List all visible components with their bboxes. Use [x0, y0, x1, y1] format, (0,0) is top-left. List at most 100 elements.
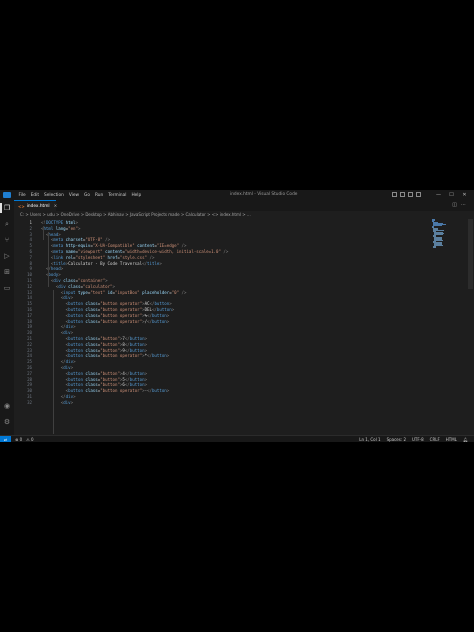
- code-token: "IE=edge": [156, 243, 180, 249]
- code-token: class: [82, 353, 98, 359]
- code-token: button: [151, 353, 167, 359]
- customize-layout-icon[interactable]: [416, 192, 421, 197]
- code-editor[interactable]: 1<!DOCTYPE html>2<html lang="en">3 <head…: [14, 219, 434, 434]
- code-token: >: [169, 301, 172, 307]
- menu-help[interactable]: Help: [129, 193, 144, 198]
- cursor-position[interactable]: Ln 1, Col 1: [359, 437, 380, 442]
- code-token: class: [60, 278, 76, 283]
- close-tab-icon[interactable]: ×: [54, 204, 58, 209]
- code-text: <div>: [41, 400, 73, 406]
- problems-warnings[interactable]: ⚠ 0: [26, 437, 33, 442]
- code-token: >: [144, 382, 148, 388]
- code-token: />: [220, 249, 229, 254]
- more-actions-icon[interactable]: ⋯: [461, 202, 466, 208]
- editor-tabs: <> index.html × ◫ ⋯: [14, 200, 474, 211]
- minimap-line: [433, 246, 436, 248]
- code-token: class: [82, 301, 98, 307]
- editor-scrollbar[interactable]: [468, 219, 473, 289]
- code-token: "button operator": [100, 307, 143, 312]
- code-token: placeholder: [139, 289, 170, 295]
- extensions-icon[interactable]: ⊞: [3, 268, 11, 276]
- code-token: "button": [100, 370, 120, 376]
- split-editor-icon[interactable]: ◫: [452, 202, 457, 208]
- code-token: button: [68, 318, 83, 324]
- code-token: >: [166, 312, 170, 318]
- vscode-logo-icon: [3, 192, 11, 198]
- code-token: >: [70, 295, 74, 301]
- menu-view[interactable]: View: [66, 193, 81, 198]
- code-token: class: [82, 376, 98, 382]
- code-token: meta: [53, 243, 64, 249]
- encoding[interactable]: UTF-8: [412, 437, 424, 442]
- code-token: button: [151, 388, 167, 394]
- language-mode[interactable]: HTML: [446, 437, 457, 442]
- remote-indicator-icon[interactable]: ⇌: [0, 436, 11, 442]
- account-icon[interactable]: ◉: [3, 402, 11, 410]
- layout-controls: [392, 192, 421, 197]
- code-token: html: [63, 220, 76, 225]
- code-line[interactable]: 32 <div>: [14, 400, 434, 406]
- menu-go[interactable]: Go: [82, 193, 93, 198]
- code-token: >: [58, 231, 61, 237]
- menu-edit[interactable]: Edit: [28, 193, 41, 198]
- code-token: button: [68, 341, 83, 347]
- files-icon[interactable]: ❐: [3, 204, 11, 212]
- menu-run[interactable]: Run: [93, 193, 106, 198]
- notifications-bell-icon[interactable]: 🔔︎: [463, 437, 468, 442]
- menu-selection[interactable]: Selection: [42, 193, 67, 198]
- code-token: "button operator": [100, 353, 143, 359]
- code-token: DEL: [144, 307, 152, 312]
- code-token: div: [63, 330, 71, 336]
- problems-errors[interactable]: ⊗ 0: [15, 437, 22, 442]
- code-token: >: [144, 341, 148, 347]
- indentation[interactable]: Spaces: 2: [387, 437, 406, 442]
- close-window-button[interactable]: ✕: [458, 190, 471, 200]
- code-token: "button": [100, 376, 120, 382]
- code-token: button: [129, 341, 145, 347]
- settings-gear-icon[interactable]: ⚙: [3, 418, 11, 426]
- code-token: button: [68, 312, 83, 318]
- minimap[interactable]: [432, 219, 454, 249]
- toggle-panel-icon[interactable]: [400, 192, 405, 197]
- breadcrumb[interactable]: C: > Users > udu > OneDrive > Desktop > …: [20, 212, 251, 217]
- indent-guide: [53, 336, 54, 360]
- tab-label: index.html: [26, 203, 50, 209]
- code-token: >: [70, 365, 74, 370]
- menu-file[interactable]: File: [16, 193, 28, 198]
- code-token: >: [166, 353, 170, 359]
- code-token: >: [166, 318, 170, 324]
- code-token: >: [144, 336, 148, 341]
- code-token: button: [154, 301, 170, 307]
- code-token: class: [82, 336, 98, 341]
- code-token: "button operator": [100, 312, 143, 318]
- code-token: button: [151, 312, 167, 318]
- remote-explorer-icon[interactable]: ▭: [3, 284, 11, 292]
- line-ending[interactable]: CRLF: [430, 437, 440, 442]
- menu-terminal[interactable]: Terminal: [106, 193, 129, 198]
- search-icon[interactable]: ⌕: [3, 220, 11, 228]
- tab-index-html[interactable]: <> index.html ×: [14, 200, 58, 211]
- code-token: class: [82, 370, 98, 376]
- code-token: class: [82, 307, 98, 312]
- code-token: class: [82, 312, 98, 318]
- code-token: button: [68, 347, 83, 353]
- code-token: content: [134, 243, 155, 249]
- code-token: button: [68, 301, 83, 307]
- toggle-primary-sidebar-icon[interactable]: [392, 192, 397, 197]
- window-controls: — ☐ ✕: [432, 190, 471, 200]
- minimize-button[interactable]: —: [432, 190, 445, 200]
- run-debug-icon[interactable]: ▷: [3, 252, 11, 260]
- toggle-secondary-sidebar-icon[interactable]: [408, 192, 413, 197]
- code-token: class: [82, 341, 98, 347]
- code-token: Calculator - By Code Traversal: [68, 260, 143, 266]
- source-control-icon[interactable]: ⑂: [3, 236, 11, 244]
- code-token: "button operator": [100, 318, 143, 324]
- maximize-button[interactable]: ☐: [445, 190, 458, 200]
- code-token: div: [53, 278, 61, 283]
- code-token: >: [144, 370, 148, 376]
